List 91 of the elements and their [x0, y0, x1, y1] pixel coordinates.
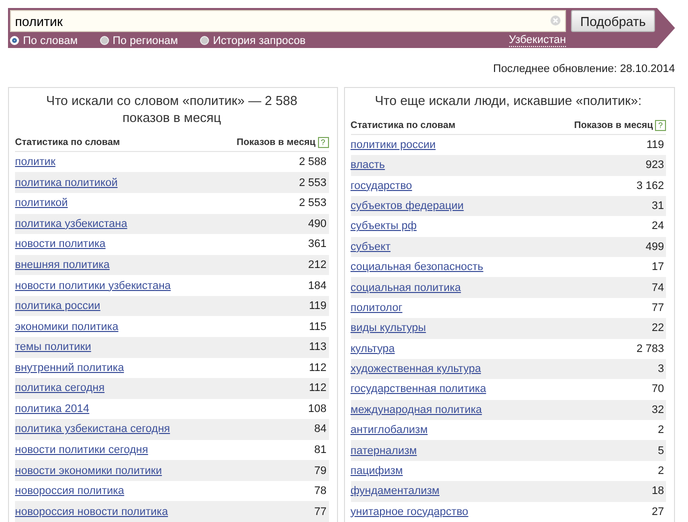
phrase-link[interactable]: экономики политика [15, 320, 118, 333]
phrase-link[interactable]: социальная безопасность [350, 261, 484, 274]
phrase-link[interactable]: темы политики [15, 341, 92, 354]
count-cell-text: 81 [314, 444, 328, 456]
region-link[interactable]: Узбекистан [508, 34, 566, 47]
phrase-link[interactable]: политика россии [15, 300, 100, 312]
count-cell-text: 17 [652, 261, 665, 274]
count-cell-text: 361 [308, 238, 328, 250]
phrase-link[interactable]: внешняя политика [15, 258, 110, 271]
count-cell-text: 2 [658, 424, 665, 436]
count-cell-text: 2 588 [298, 156, 328, 168]
count-cell-text: 112 [308, 382, 328, 394]
count-cell-text: 119 [308, 300, 328, 312]
count-cell-text: 2 553 [298, 197, 328, 210]
count-cell-text: 79 [314, 464, 328, 477]
count-cell-text: 27 [652, 506, 665, 518]
search-button[interactable]: Подобрать [571, 10, 655, 32]
phrase-link[interactable]: субъект [350, 240, 391, 253]
count-cell-text: 74 [652, 282, 665, 294]
count-cell-text: 22 [652, 322, 665, 334]
column-header: Показов в месяц [574, 120, 653, 131]
count-cell-text: 490 [308, 218, 328, 230]
phrase-link[interactable]: новости политики сегодня [15, 444, 148, 456]
count-cell-text: 2 553 [298, 176, 328, 189]
count-cell-text: 78 [314, 485, 328, 498]
phrase-link[interactable]: новороссия новости политика [15, 506, 168, 518]
phrase-link[interactable]: политика политикой [15, 176, 118, 189]
phrase-link[interactable]: власть [350, 159, 385, 172]
radio-button[interactable] [200, 36, 209, 45]
phrase-link[interactable]: политик [15, 156, 56, 168]
phrase-link[interactable]: политика узбекистана сегодня [15, 423, 170, 436]
count-cell-text: 2 [658, 464, 665, 477]
phrase-link[interactable]: субъектов федерации [350, 200, 464, 212]
count-cell-text: 3 162 [636, 180, 665, 192]
count-cell-text: 923 [646, 159, 665, 172]
phrase-link[interactable]: пацифизм [350, 464, 403, 477]
phrase-link[interactable]: государство [350, 180, 412, 192]
phrase-link[interactable]: субъекты рф [350, 220, 417, 232]
phrase-link[interactable]: патернализм [350, 444, 417, 457]
radio-label: По регионам [112, 34, 178, 46]
phrase-link[interactable]: новороссия политика [15, 485, 124, 498]
panel-title: Что искали со словом «политик» — 2 588 показов в месяц [45, 92, 298, 126]
column-header: Показов в месяц [236, 136, 316, 148]
help-icon[interactable]: ? [655, 120, 666, 131]
count-cell-text: 108 [308, 402, 328, 415]
phrase-link[interactable]: международная политика [350, 404, 482, 416]
count-cell-text: 112 [308, 362, 328, 374]
phrase-link[interactable]: новости политика [15, 238, 106, 250]
count-cell-text: 70 [652, 383, 665, 396]
count-cell-text: 119 [646, 138, 665, 151]
panel-title: Что еще искали люди, искавшие «политик»: [374, 92, 643, 109]
count-cell-text: 32 [652, 404, 665, 416]
radio-label: По словам [23, 34, 78, 46]
count-cell-text: 77 [652, 302, 665, 314]
count-cell-text: 184 [308, 280, 328, 292]
search-field[interactable]: политик [10, 10, 566, 32]
last-update-text: Последнее обновление: 28.10.2014 [493, 63, 675, 75]
phrase-link[interactable]: художественная культура [350, 363, 481, 376]
phrase-link[interactable]: внутренний политика [15, 362, 124, 374]
count-cell-text: 77 [314, 506, 328, 518]
column-header: Статистика по словам [15, 136, 120, 148]
phrase-link[interactable]: политики россии [350, 138, 436, 151]
count-cell-text: 84 [314, 423, 328, 436]
phrase-link[interactable]: антиглобализм [350, 424, 428, 436]
phrase-link[interactable]: политика узбекистана [15, 218, 128, 230]
phrase-link[interactable]: государственная политика [350, 383, 486, 396]
phrase-link[interactable]: социальная политика [350, 282, 461, 294]
phrase-link[interactable]: унитарное государство [350, 506, 468, 518]
count-cell-text: 2 783 [636, 342, 665, 355]
phrase-link[interactable]: новости политики узбекистана [15, 280, 171, 292]
phrase-link[interactable]: новости экономики политики [15, 464, 162, 477]
count-cell-text: 18 [652, 485, 665, 498]
radio-label: История запросов [213, 34, 306, 46]
phrase-link[interactable]: политика 2014 [15, 402, 90, 415]
help-icon[interactable]: ? [318, 136, 328, 148]
count-cell-text: 31 [652, 200, 665, 212]
count-cell-text: 5 [658, 444, 665, 457]
phrase-link[interactable]: виды культуры [350, 322, 426, 334]
count-cell-text: 499 [646, 240, 665, 253]
count-cell-text: 24 [652, 220, 665, 232]
phrase-link[interactable]: культура [350, 342, 395, 355]
column-header: Статистика по словам [350, 120, 456, 131]
count-cell-text: 3 [658, 363, 665, 376]
phrase-link[interactable]: политолог [350, 302, 402, 314]
count-cell-text: 115 [308, 320, 328, 333]
phrase-link[interactable]: фундаментализм [350, 485, 440, 498]
phrase-link[interactable]: политика сегодня [15, 382, 105, 394]
count-cell-text: 212 [308, 258, 328, 271]
phrase-link[interactable]: политикой [15, 197, 68, 210]
radio-button[interactable] [100, 36, 109, 45]
count-cell-text: 113 [308, 341, 328, 354]
